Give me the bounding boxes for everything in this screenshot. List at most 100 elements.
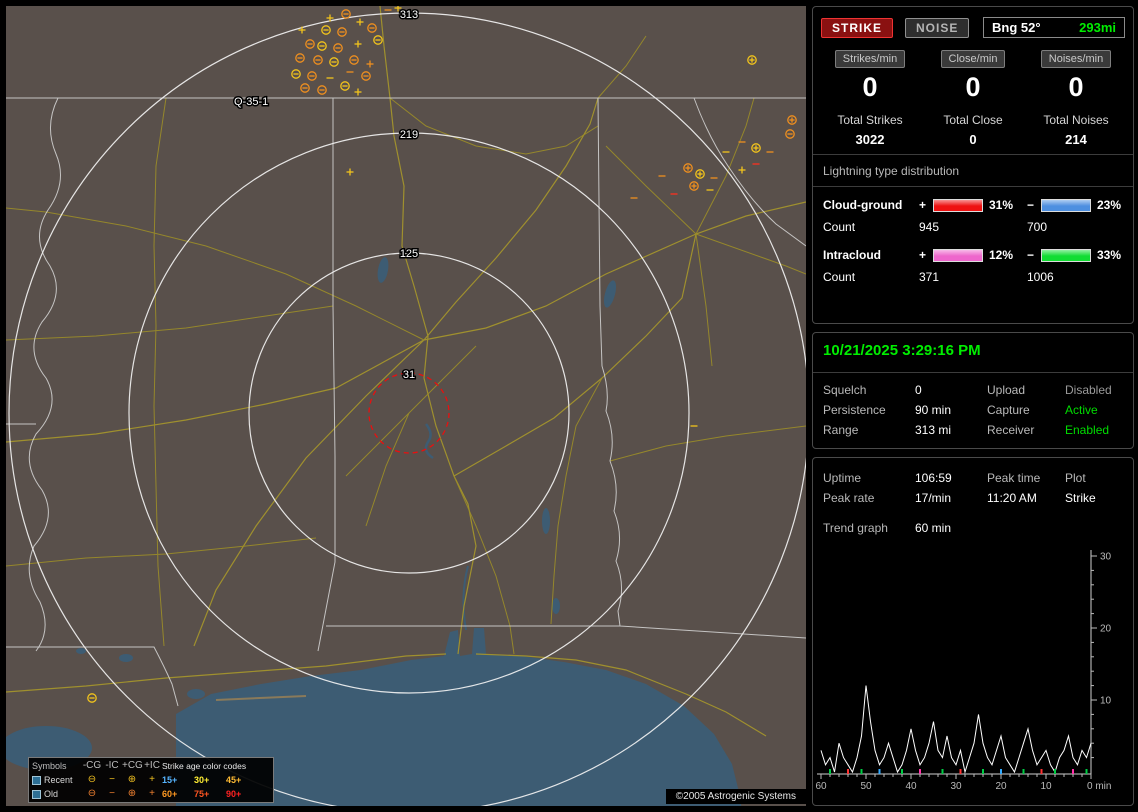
ring-label-313: 313 <box>400 9 418 21</box>
legend-age-header: Strike age color codes <box>162 761 247 771</box>
age-45: 45+ <box>226 775 242 785</box>
total-noises-value: 214 <box>1065 132 1087 147</box>
svg-text:30: 30 <box>950 781 962 792</box>
svg-text:10: 10 <box>1040 781 1052 792</box>
neg-ic-symbol: − <box>109 788 115 799</box>
plot-label: Plot <box>1065 471 1086 485</box>
cg-positive-pct: 31% <box>989 198 1014 212</box>
status-row-peak: Peak rate 17/min 11:20 AM Strike <box>813 488 1133 508</box>
status-row-uptime: Uptime 106:59 Peak time Plot <box>813 458 1133 488</box>
strikes-per-min-counter: Strikes/min 0 Total Strikes 3022 <box>819 50 921 147</box>
ic-positive-pct: 12% <box>989 248 1014 262</box>
legend-recent-label: Recent <box>44 775 73 785</box>
map-canvas[interactable]: 313 219 125 31 Q-35-1 <box>6 6 806 806</box>
plot-type-value: Strike <box>1065 491 1096 505</box>
ic-positive-bar <box>933 248 983 262</box>
bearing-display: Bng 52° 293mi <box>983 17 1125 38</box>
upload-label: Upload <box>987 383 1026 397</box>
svg-text:30: 30 <box>1100 552 1112 563</box>
total-noises-label: Total Noises <box>1043 113 1109 127</box>
ring-label-31: 31 <box>403 369 415 381</box>
intracloud-row: Intracloud + 12% − 33% <box>813 244 1133 266</box>
cloud-ground-row: Cloud-ground + 31% − 23% <box>813 194 1133 216</box>
plus-sign: + <box>919 248 927 262</box>
uptime-label: Uptime <box>823 471 862 485</box>
ring-label-219: 219 <box>400 129 418 141</box>
cloud-ground-label: Cloud-ground <box>823 198 903 212</box>
legend-recent-swatch <box>32 776 41 786</box>
range-label: Range <box>823 423 859 437</box>
peak-rate-value: 17/min <box>915 491 952 505</box>
squelch-value: 0 <box>915 383 922 397</box>
trend-graph: 10 20 30 60 50 40 30 20 10 0 min <box>815 550 1112 792</box>
close-per-min-value: 0 <box>965 72 981 102</box>
total-close-label: Total Close <box>943 113 1003 127</box>
pos-cg-symbol: ⊕ <box>127 788 137 799</box>
noises-per-min-counter: Noises/min 0 Total Noises 214 <box>1025 50 1127 147</box>
minus-sign: − <box>1027 198 1035 212</box>
legend-old-label: Old <box>44 789 59 799</box>
legend-row-old: Old ⊖ − ⊕ + 60+ 75+ 90+ <box>32 787 270 801</box>
count-label: Count <box>823 270 856 284</box>
legend-col-neg-ic: -IC <box>105 760 119 771</box>
neg-cg-symbol: ⊖ <box>87 788 97 799</box>
minus-sign: − <box>1027 248 1035 262</box>
strike-mode-button[interactable]: STRIKE <box>821 17 894 38</box>
legend-symbols-header: Symbols <box>32 761 67 771</box>
copyright-notice: ©2005 Astrogenic Systems <box>665 789 806 804</box>
strikes-per-min-value: 0 <box>862 72 878 102</box>
svg-text:20: 20 <box>1100 624 1112 635</box>
legend-old-swatch <box>32 790 41 800</box>
close-per-min-counter: Close/min 0 Total Close 0 <box>922 50 1024 147</box>
cloud-ground-count-row: Count 945 700 <box>813 216 1133 238</box>
ic-negative-pct: 33% <box>1097 248 1122 262</box>
legend-col-pos-cg: +CG <box>122 760 143 771</box>
neg-ic-symbol: − <box>109 774 115 785</box>
intracloud-label: Intracloud <box>823 248 882 262</box>
intracloud-count-row: Count 371 1006 <box>813 266 1133 288</box>
strikes-per-min-chip[interactable]: Strikes/min <box>834 50 906 68</box>
cg-positive-bar <box>933 198 983 212</box>
settings-row-range: Range 313 mi Receiver Enabled <box>813 420 1133 448</box>
divider <box>813 372 1133 373</box>
age-15: 15+ <box>162 775 178 785</box>
settings-group: 10/21/2025 3:29:16 PM Squelch 0 Upload D… <box>812 332 1134 449</box>
age-30: 30+ <box>194 775 210 785</box>
trend-graph-window: 60 min <box>915 521 952 535</box>
divider <box>813 154 1133 155</box>
noise-mode-button[interactable]: NOISE <box>905 17 970 38</box>
receiver-label: Receiver <box>987 423 1035 437</box>
age-60: 60+ <box>162 789 178 799</box>
age-90: 90+ <box>226 789 242 799</box>
bearing-label: Bng 52° <box>992 20 1041 35</box>
noises-per-min-value: 0 <box>1068 72 1084 102</box>
bearing-range: 293mi <box>1079 20 1116 35</box>
distribution-title: Lightning type distribution <box>823 164 960 178</box>
cg-negative-pct: 23% <box>1097 198 1122 212</box>
ring-label-125: 125 <box>400 248 418 260</box>
squelch-label: Squelch <box>823 383 867 397</box>
ic-negative-bar <box>1041 248 1091 262</box>
strike-stats-group: STRIKE NOISE Bng 52° 293mi Strikes/min 0… <box>812 6 1134 324</box>
count-label: Count <box>823 220 856 234</box>
noises-per-min-chip[interactable]: Noises/min <box>1040 50 1112 68</box>
range-value: 313 mi <box>915 423 952 437</box>
svg-text:40: 40 <box>905 781 917 792</box>
settings-row-persistence: Persistence 90 min Capture Active <box>813 400 1133 420</box>
svg-text:10: 10 <box>1100 696 1112 707</box>
peak-time-value: 11:20 AM <box>987 491 1037 505</box>
svg-text:20: 20 <box>995 781 1007 792</box>
cg-negative-count: 700 <box>1027 220 1048 234</box>
lightning-map[interactable]: 313 219 125 31 Q-35-1 Symbols -CG -IC +C… <box>6 6 806 806</box>
total-strikes-label: Total Strikes <box>837 113 903 127</box>
peak-time-label: Peak time <box>987 471 1041 485</box>
peak-rate-label: Peak rate <box>823 491 875 505</box>
close-per-min-chip[interactable]: Close/min <box>940 50 1006 68</box>
settings-row-squelch: Squelch 0 Upload Disabled <box>813 380 1133 400</box>
divider <box>813 186 1133 187</box>
symbol-legend: Symbols -CG -IC +CG +IC Strike age color… <box>28 757 274 803</box>
neg-cg-symbol: ⊖ <box>87 774 97 785</box>
capture-label: Capture <box>987 403 1030 417</box>
datetime-display: 10/21/2025 3:29:16 PM <box>823 342 981 359</box>
legend-row-recent: Recent ⊖ − ⊕ + 15+ 30+ 45+ <box>32 773 270 787</box>
